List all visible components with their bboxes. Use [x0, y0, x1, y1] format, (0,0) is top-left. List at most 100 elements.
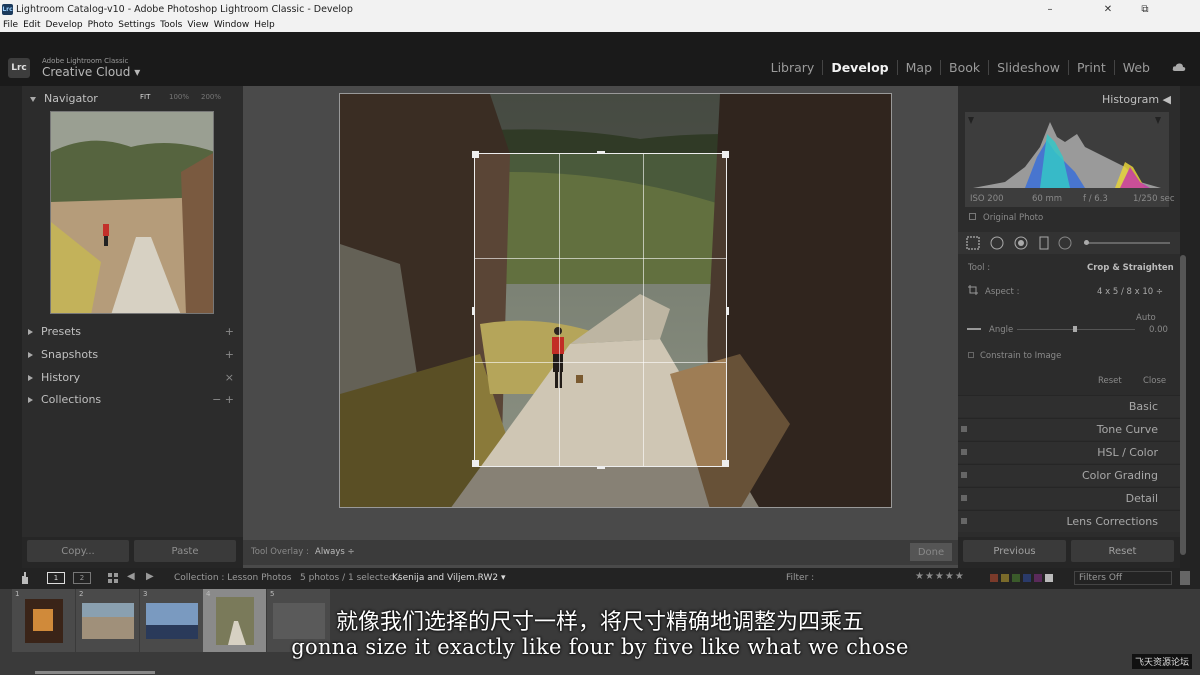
reset-button[interactable]: Reset [1071, 540, 1174, 562]
crop-tool-icon[interactable] [966, 236, 980, 250]
spot-removal-icon[interactable] [990, 236, 1004, 250]
color-label-blue[interactable] [1023, 574, 1031, 582]
angle-slider-thumb[interactable] [1073, 326, 1077, 332]
panel-switch-icon[interactable] [961, 495, 967, 501]
menu-help[interactable]: Help [254, 20, 275, 30]
main-window-button[interactable]: 1 [47, 572, 65, 584]
restore-button[interactable]: ⧉ [1125, 0, 1165, 18]
zoom-fit[interactable]: FIT [140, 93, 150, 101]
module-print[interactable]: Print [1067, 60, 1114, 75]
crop-handle-top[interactable] [597, 151, 605, 154]
auto-button[interactable]: Auto [1136, 313, 1156, 323]
lens-corrections-section[interactable]: Lens Corrections [958, 510, 1180, 532]
color-label-red[interactable] [990, 574, 998, 582]
previous-arrow-icon[interactable]: ◀ [127, 571, 135, 582]
right-panel-scrollbar[interactable] [1180, 255, 1186, 555]
source-label[interactable]: Collection : Lesson Photos [174, 573, 291, 583]
filter-lock-icon[interactable] [1180, 571, 1190, 585]
brush-icon[interactable] [1058, 236, 1072, 250]
module-slideshow[interactable]: Slideshow [988, 60, 1068, 75]
color-label-green[interactable] [1012, 574, 1020, 582]
crop-frame[interactable] [472, 151, 729, 469]
zoom-100[interactable]: 100% [169, 93, 189, 101]
red-eye-icon[interactable] [1014, 236, 1028, 250]
star-rating-filter[interactable]: ★★★★★ [915, 571, 965, 582]
crop-handle-left[interactable] [472, 307, 475, 315]
close-button[interactable]: ✕ [1088, 0, 1128, 18]
module-develop[interactable]: Develop [822, 60, 896, 75]
menu-file[interactable]: File [3, 20, 18, 30]
identity-plate[interactable]: Creative Cloud ▾ [42, 65, 140, 79]
crop-close-button[interactable]: Close [1143, 376, 1166, 386]
previous-button[interactable]: Previous [963, 540, 1066, 562]
crop-handle-top-right[interactable] [722, 151, 729, 158]
straighten-tool-icon[interactable] [967, 328, 981, 330]
collection-actions-icon[interactable]: − + [212, 393, 234, 406]
navigator-preview[interactable] [50, 111, 214, 314]
hsl-color-section[interactable]: HSL / Color [958, 441, 1180, 463]
tool-slider[interactable] [1084, 242, 1170, 244]
crop-handle-bottom-right[interactable] [722, 460, 729, 467]
done-button[interactable]: Done [910, 543, 952, 561]
panel-switch-icon[interactable] [961, 518, 967, 524]
color-label-yellow[interactable] [1001, 574, 1009, 582]
histogram-header[interactable]: Histogram ◀ [1102, 93, 1171, 106]
tool-overlay-select[interactable]: Always ÷ [315, 547, 355, 557]
copy-button[interactable]: Copy... [27, 540, 129, 562]
color-label-none[interactable] [1045, 574, 1053, 582]
panel-switch-icon[interactable] [961, 426, 967, 432]
crop-frame-tool-icon[interactable] [968, 285, 978, 295]
presets-section[interactable]: Presets + [28, 325, 240, 338]
module-library[interactable]: Library [763, 60, 823, 75]
angle-value[interactable]: 0.00 [1149, 325, 1168, 335]
crop-handle-right[interactable] [726, 307, 729, 315]
second-window-button[interactable]: 2 [73, 572, 91, 584]
crop-handle-bottom[interactable] [597, 466, 605, 469]
menu-edit[interactable]: Edit [23, 20, 40, 30]
cloud-icon[interactable] [1172, 62, 1186, 72]
add-snapshot-icon[interactable]: + [225, 348, 234, 361]
filter-label: Filter : [786, 573, 815, 583]
menu-view[interactable]: View [187, 20, 208, 30]
paste-button[interactable]: Paste [134, 540, 236, 562]
color-label-purple[interactable] [1034, 574, 1042, 582]
clear-history-icon[interactable]: × [225, 371, 234, 384]
constrain-checkbox[interactable] [968, 352, 974, 358]
crop-handle-top-left[interactable] [472, 151, 479, 158]
secondary-display-icon[interactable] [18, 571, 32, 585]
filename[interactable]: Ksenija and Viljem.RW2 ▾ [392, 573, 506, 583]
crop-reset-button[interactable]: Reset [1098, 376, 1122, 386]
grid-view-icon[interactable] [107, 572, 119, 584]
module-book[interactable]: Book [940, 60, 988, 75]
snapshots-label: Snapshots [41, 348, 99, 361]
filters-off-select[interactable]: Filters Off [1074, 571, 1172, 585]
menu-develop[interactable]: Develop [46, 20, 83, 30]
zoom-200[interactable]: 200% [201, 93, 221, 101]
minimize-button[interactable]: – [1030, 0, 1070, 18]
menu-photo[interactable]: Photo [88, 20, 114, 30]
filmstrip-scrollbar[interactable] [35, 671, 155, 674]
navigator-header[interactable]: Navigator [30, 92, 98, 105]
menu-window[interactable]: Window [214, 20, 250, 30]
history-section[interactable]: History × [28, 371, 240, 384]
masking-icon[interactable] [1037, 236, 1051, 250]
color-grading-section[interactable]: Color Grading [958, 464, 1180, 486]
crop-handle-bottom-left[interactable] [472, 460, 479, 467]
module-web[interactable]: Web [1113, 60, 1158, 75]
module-map[interactable]: Map [896, 60, 940, 75]
aspect-select[interactable]: 4 x 5 / 8 x 10 ÷ [1097, 287, 1163, 297]
add-preset-icon[interactable]: + [225, 325, 234, 338]
panel-switch-icon[interactable] [961, 472, 967, 478]
tool-slider-thumb[interactable] [1084, 240, 1089, 245]
detail-section[interactable]: Detail [958, 487, 1180, 509]
next-arrow-icon[interactable]: ▶ [146, 571, 154, 582]
menu-settings[interactable]: Settings [118, 20, 155, 30]
collections-section[interactable]: Collections − + [28, 393, 240, 406]
menu-tools[interactable]: Tools [160, 20, 182, 30]
original-photo-checkbox[interactable] [969, 213, 976, 220]
basic-section[interactable]: Basic [958, 395, 1180, 417]
panel-switch-icon[interactable] [961, 449, 967, 455]
histogram[interactable] [965, 112, 1169, 207]
tone-curve-section[interactable]: Tone Curve [958, 418, 1180, 440]
snapshots-section[interactable]: Snapshots + [28, 348, 240, 361]
